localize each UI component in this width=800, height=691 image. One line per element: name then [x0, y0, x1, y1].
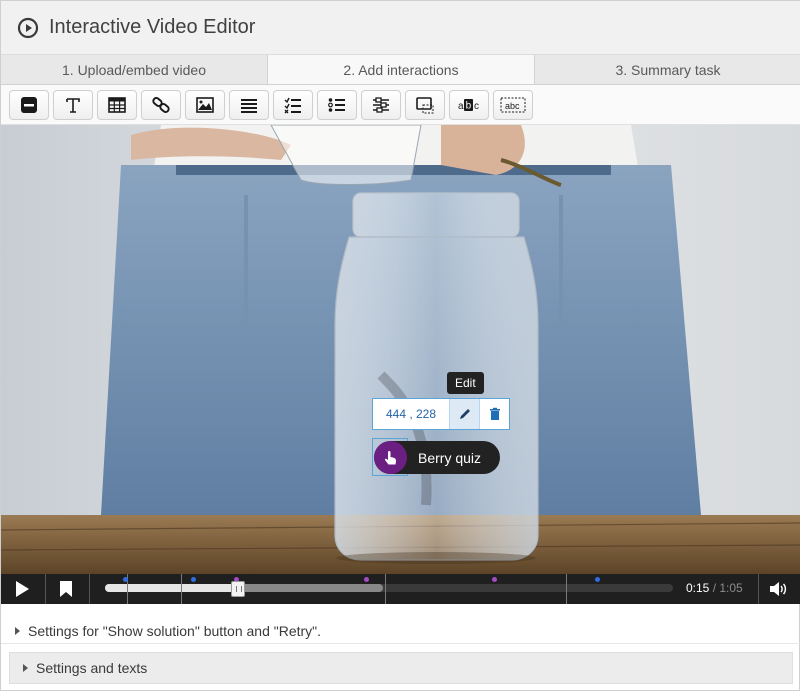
link-button[interactable] — [141, 89, 181, 120]
interaction-tick — [566, 574, 567, 604]
image-button[interactable] — [185, 89, 225, 120]
table-icon — [108, 96, 126, 113]
caret-right-icon — [23, 664, 28, 672]
show-solution-settings-toggle[interactable]: Settings for "Show solution" button and … — [1, 619, 800, 644]
checklist-icon — [284, 97, 301, 113]
bookmark-icon[interactable] — [59, 581, 73, 597]
pointer-hand-icon — [384, 450, 396, 464]
play-circle-icon — [17, 17, 39, 38]
control-separator — [45, 574, 46, 604]
current-time: 0:15 — [686, 581, 710, 595]
caret-right-icon — [15, 627, 20, 635]
interaction-tick — [385, 574, 386, 604]
delete-interaction-button[interactable] — [479, 399, 509, 429]
drag-text-button[interactable]: a b c — [449, 89, 489, 120]
video-control-bar: 0:15 / 1:05 — [1, 574, 800, 604]
hotspot-label: Berry quiz — [418, 449, 482, 466]
drag-text-icon: a b c — [458, 98, 479, 112]
seek-handle[interactable] — [231, 581, 245, 597]
settings-and-texts-toggle[interactable]: Settings and texts — [9, 652, 793, 684]
video-frame — [1, 125, 800, 574]
video-stage[interactable]: Edit 444 , 228 Berry quiz — [1, 125, 800, 574]
navigation-hotspot-icon — [416, 96, 434, 113]
edit-tooltip: Edit — [447, 372, 484, 394]
pencil-icon — [459, 409, 470, 419]
play-icon[interactable] — [13, 580, 31, 598]
page-title: Interactive Video Editor — [49, 16, 256, 38]
seek-bar[interactable] — [105, 584, 673, 592]
time-display: 0:15 / 1:05 — [686, 581, 743, 595]
svg-text:b: b — [466, 100, 472, 111]
fill-blanks-button[interactable]: abc — [493, 89, 533, 120]
position-coordinates: 444 , 228 — [385, 407, 437, 421]
volume-icon[interactable] — [768, 580, 788, 598]
table-button[interactable] — [97, 89, 137, 120]
berry-quiz-hotspot[interactable]: Berry quiz — [374, 441, 500, 474]
tab-summary-task[interactable]: 3. Summary task — [535, 55, 800, 84]
settings-and-texts-label: Settings and texts — [36, 660, 148, 676]
control-separator — [758, 574, 759, 604]
text-icon — [66, 97, 80, 113]
total-time: / 1:05 — [712, 581, 743, 595]
hotspot-circle — [374, 441, 407, 474]
statement-icon — [21, 96, 37, 113]
svg-text:a: a — [458, 101, 464, 112]
tab-bar: 1. Upload/embed video 2. Add interaction… — [1, 55, 800, 85]
editor-header: Interactive Video Editor — [1, 1, 800, 55]
link-icon — [152, 96, 170, 113]
control-separator — [89, 574, 90, 604]
checklist-button[interactable] — [273, 89, 313, 120]
interaction-marker[interactable] — [123, 577, 128, 582]
list-button[interactable] — [229, 89, 269, 120]
list-icon — [241, 98, 257, 113]
editor-frame: Interactive Video Editor 1. Upload/embed… — [0, 0, 800, 691]
svg-text:abc: abc — [505, 101, 520, 111]
interaction-tick — [181, 574, 182, 604]
bullet-list-icon — [328, 97, 345, 112]
navigation-hotspot-button[interactable] — [405, 89, 445, 120]
sliders-button[interactable] — [361, 89, 401, 120]
image-icon — [196, 96, 214, 113]
interaction-toolbar: a b c abc — [1, 85, 800, 125]
interaction-marker[interactable] — [595, 577, 600, 582]
statement-button[interactable] — [9, 89, 49, 120]
fill-blanks-icon: abc — [500, 97, 526, 112]
played-range — [105, 584, 236, 592]
trash-icon — [489, 407, 500, 420]
text-button[interactable] — [53, 89, 93, 120]
tab-add-interactions[interactable]: 2. Add interactions — [268, 55, 535, 84]
svg-text:c: c — [474, 101, 479, 112]
interaction-marker[interactable] — [191, 577, 196, 582]
edit-interaction-button[interactable] — [449, 399, 479, 429]
interaction-position-panel: 444 , 228 — [372, 398, 510, 430]
sliders-icon — [373, 96, 389, 113]
bullet-list-button[interactable] — [317, 89, 357, 120]
interaction-marker[interactable] — [364, 577, 369, 582]
tab-upload-embed-video[interactable]: 1. Upload/embed video — [1, 55, 268, 84]
show-solution-settings-label: Settings for "Show solution" button and … — [28, 623, 322, 639]
interaction-marker[interactable] — [492, 577, 497, 582]
